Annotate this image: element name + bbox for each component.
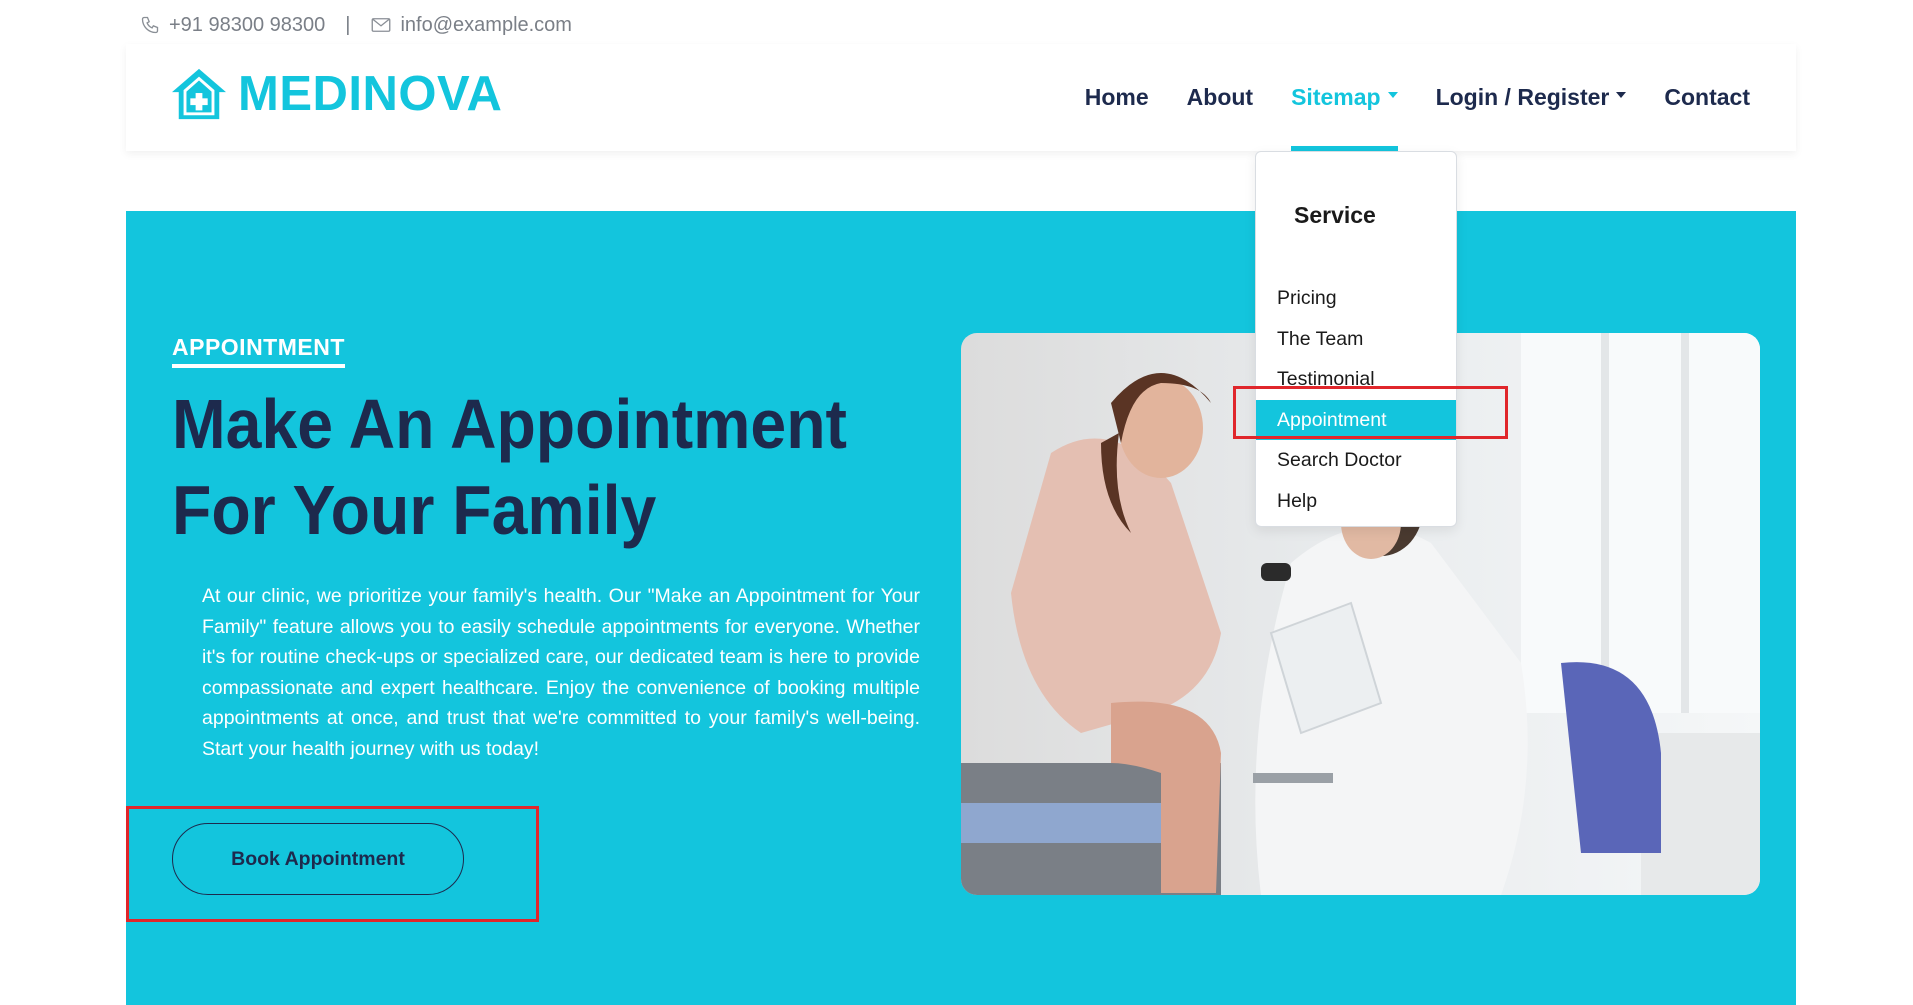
brand-logo[interactable]: MEDINOVA (170, 66, 502, 122)
nav-sitemap-label: Sitemap (1291, 84, 1381, 110)
nav-home[interactable]: Home (1085, 44, 1149, 151)
dropdown-item-help[interactable]: Help (1256, 481, 1456, 522)
envelope-icon (370, 14, 392, 36)
house-medical-icon (172, 68, 226, 120)
email-address: info@example.com (400, 13, 572, 36)
highlight-box-book-appointment-button (126, 806, 539, 922)
hero-headline: Make An Appointment For Your Family (172, 385, 848, 549)
sitemap-dropdown-menu: Service Pricing The Team Testimonial App… (1255, 151, 1457, 527)
main-nav: Home About Sitemap Login / Register Cont… (1047, 44, 1750, 151)
nav-contact[interactable]: Contact (1664, 44, 1750, 151)
topbar-separator: | (345, 13, 351, 36)
nav-login-register-label: Login / Register (1435, 84, 1610, 110)
hero-description: At our clinic, we prioritize your family… (202, 585, 920, 760)
dropdown-item-pricing[interactable]: Pricing (1256, 278, 1456, 319)
dropdown-item-search-doctor[interactable]: Search Doctor (1256, 440, 1456, 481)
highlight-box-appointment-menu-item (1233, 386, 1508, 439)
navbar: MEDINOVA Home About Sitemap Login / Regi… (126, 44, 1796, 151)
contact-bar: +91 98300 98300 | info@example.com (139, 13, 572, 37)
section-eyebrow: APPOINTMENT (172, 334, 345, 368)
phone-icon (139, 14, 161, 36)
caret-down-icon (1616, 91, 1627, 98)
phone-number: +91 98300 98300 (169, 13, 326, 36)
brand-name: MEDINOVA (238, 67, 503, 121)
caret-down-icon (1387, 91, 1398, 98)
dropdown-item-the-team[interactable]: The Team (1256, 319, 1456, 360)
dropdown-heading: Service (1294, 202, 1376, 228)
nav-about[interactable]: About (1187, 44, 1253, 151)
nav-sitemap[interactable]: Sitemap (1291, 44, 1399, 151)
nav-login-register[interactable]: Login / Register (1436, 44, 1627, 151)
